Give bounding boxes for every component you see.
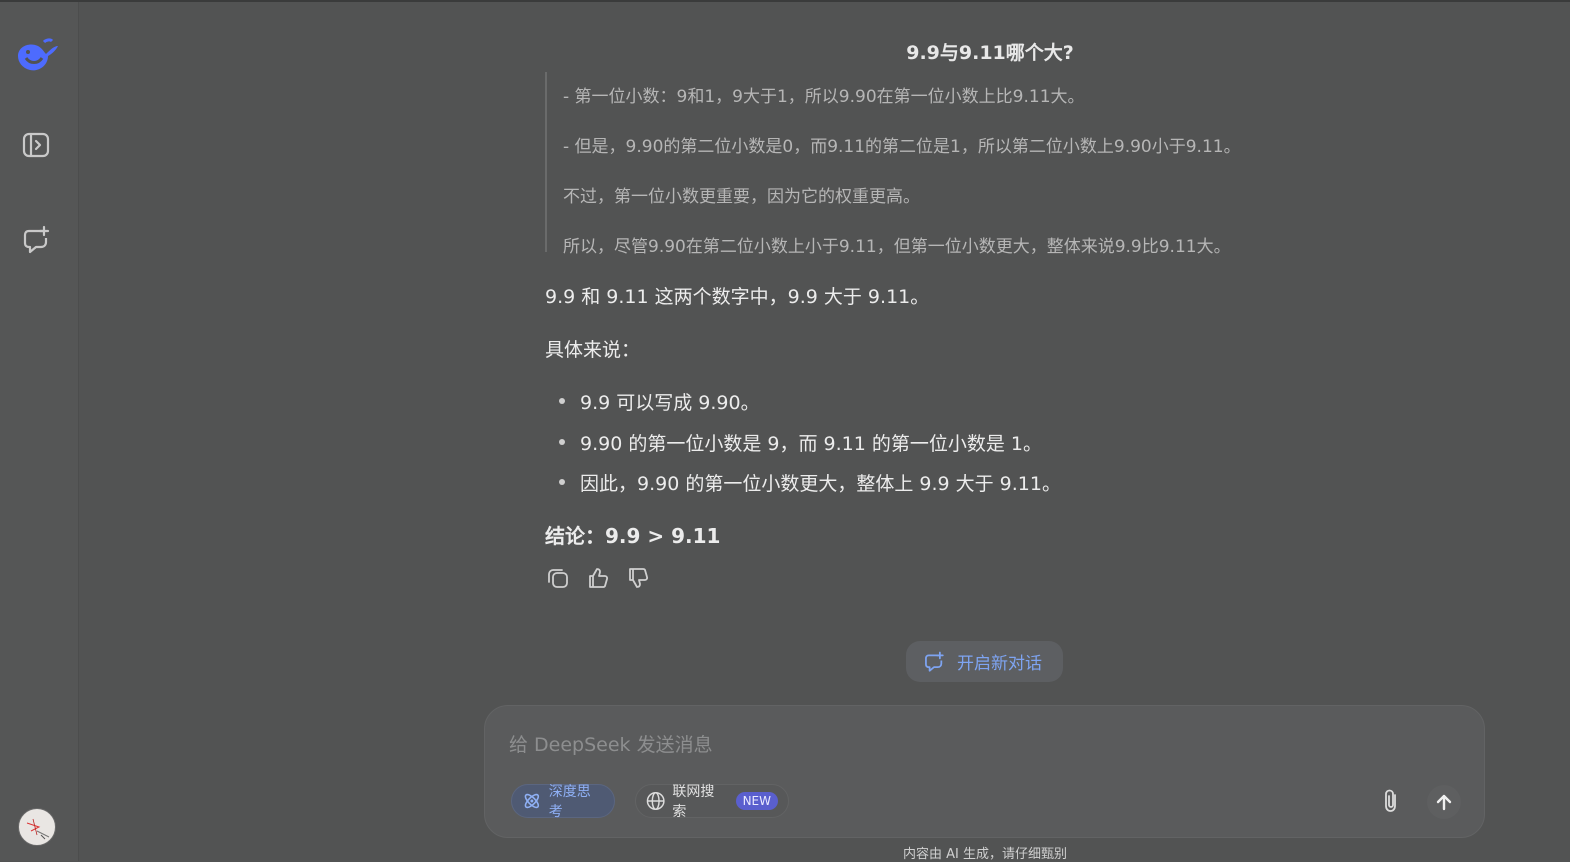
deepseek-whale-icon[interactable] (14, 36, 62, 76)
copy-icon[interactable] (545, 565, 571, 591)
atom-icon (524, 793, 540, 809)
web-search-label: 联网搜索 (672, 784, 715, 820)
list-item-text: 9.9 可以写成 9.90。 (580, 392, 760, 414)
list-item-text: 9.90 的第一位小数是 9，而 9.11 的第一位小数是 1。 (580, 433, 1042, 455)
user-avatar[interactable] (18, 808, 56, 846)
thumbs-up-icon[interactable] (585, 565, 611, 591)
paperclip-icon[interactable] (1377, 786, 1405, 816)
new-chat-button[interactable]: 开启新对话 (906, 641, 1063, 682)
bullet-dot (559, 439, 565, 445)
window-top-border (0, 0, 1570, 2)
answer-intro: 9.9 和 9.11 这两个数字中，9.9 大于 9.11。 (545, 286, 930, 308)
new-chat-label: 开启新对话 (957, 654, 1042, 674)
answer-detail-label: 具体来说： (545, 339, 641, 361)
bullet-dot (559, 398, 565, 404)
deep-think-toggle[interactable]: 深度思考 (511, 784, 615, 820)
ai-disclaimer: 内容由 AI 生成，请仔细甄别 (903, 847, 1067, 862)
send-button[interactable] (1427, 785, 1461, 819)
thinking-line: - 但是，9.90的第二位小数是0，而9.11的第二位是1，所以第二位小数上9.… (563, 137, 1241, 157)
thumbs-down-icon[interactable] (625, 565, 651, 591)
arrow-up-icon (1436, 794, 1452, 811)
message-actions (545, 565, 651, 593)
thinking-line: 不过，第一位小数更重要，因为它的权重更高。 (563, 187, 920, 207)
sidebar (0, 2, 79, 861)
bullet-dot (559, 479, 565, 485)
thinking-block: - 第一位小数：9和1，9大于1，所以9.90在第一位小数上比9.11大。 - … (545, 72, 1265, 257)
list-item-text: 因此，9.90 的第一位小数更大，整体上 9.9 大于 9.11。 (580, 473, 1061, 495)
globe-icon (646, 792, 665, 810)
new-badge: NEW (735, 792, 778, 810)
thinking-line: - 第一位小数：9和1，9大于1，所以9.90在第一位小数上比9.11大。 (563, 87, 1085, 107)
conversation-title: 9.9与9.11哪个大? (906, 42, 1074, 64)
sidebar-toggle-icon[interactable] (18, 127, 54, 163)
deep-think-label: 深度思考 (548, 784, 591, 820)
new-chat-icon[interactable] (18, 222, 54, 258)
thinking-line: 所以，尽管9.90在第二位小数上小于9.11，但第一位小数更大，整体来说9.9比… (563, 237, 1231, 257)
message-input[interactable] (509, 730, 1309, 760)
answer-conclusion: 结论：9.9 > 9.11 (545, 524, 721, 548)
message-composer: 深度思考 联网搜索 NEW (484, 705, 1485, 838)
new-chat-icon (925, 651, 944, 672)
web-search-toggle[interactable]: 联网搜索 NEW (635, 784, 789, 820)
